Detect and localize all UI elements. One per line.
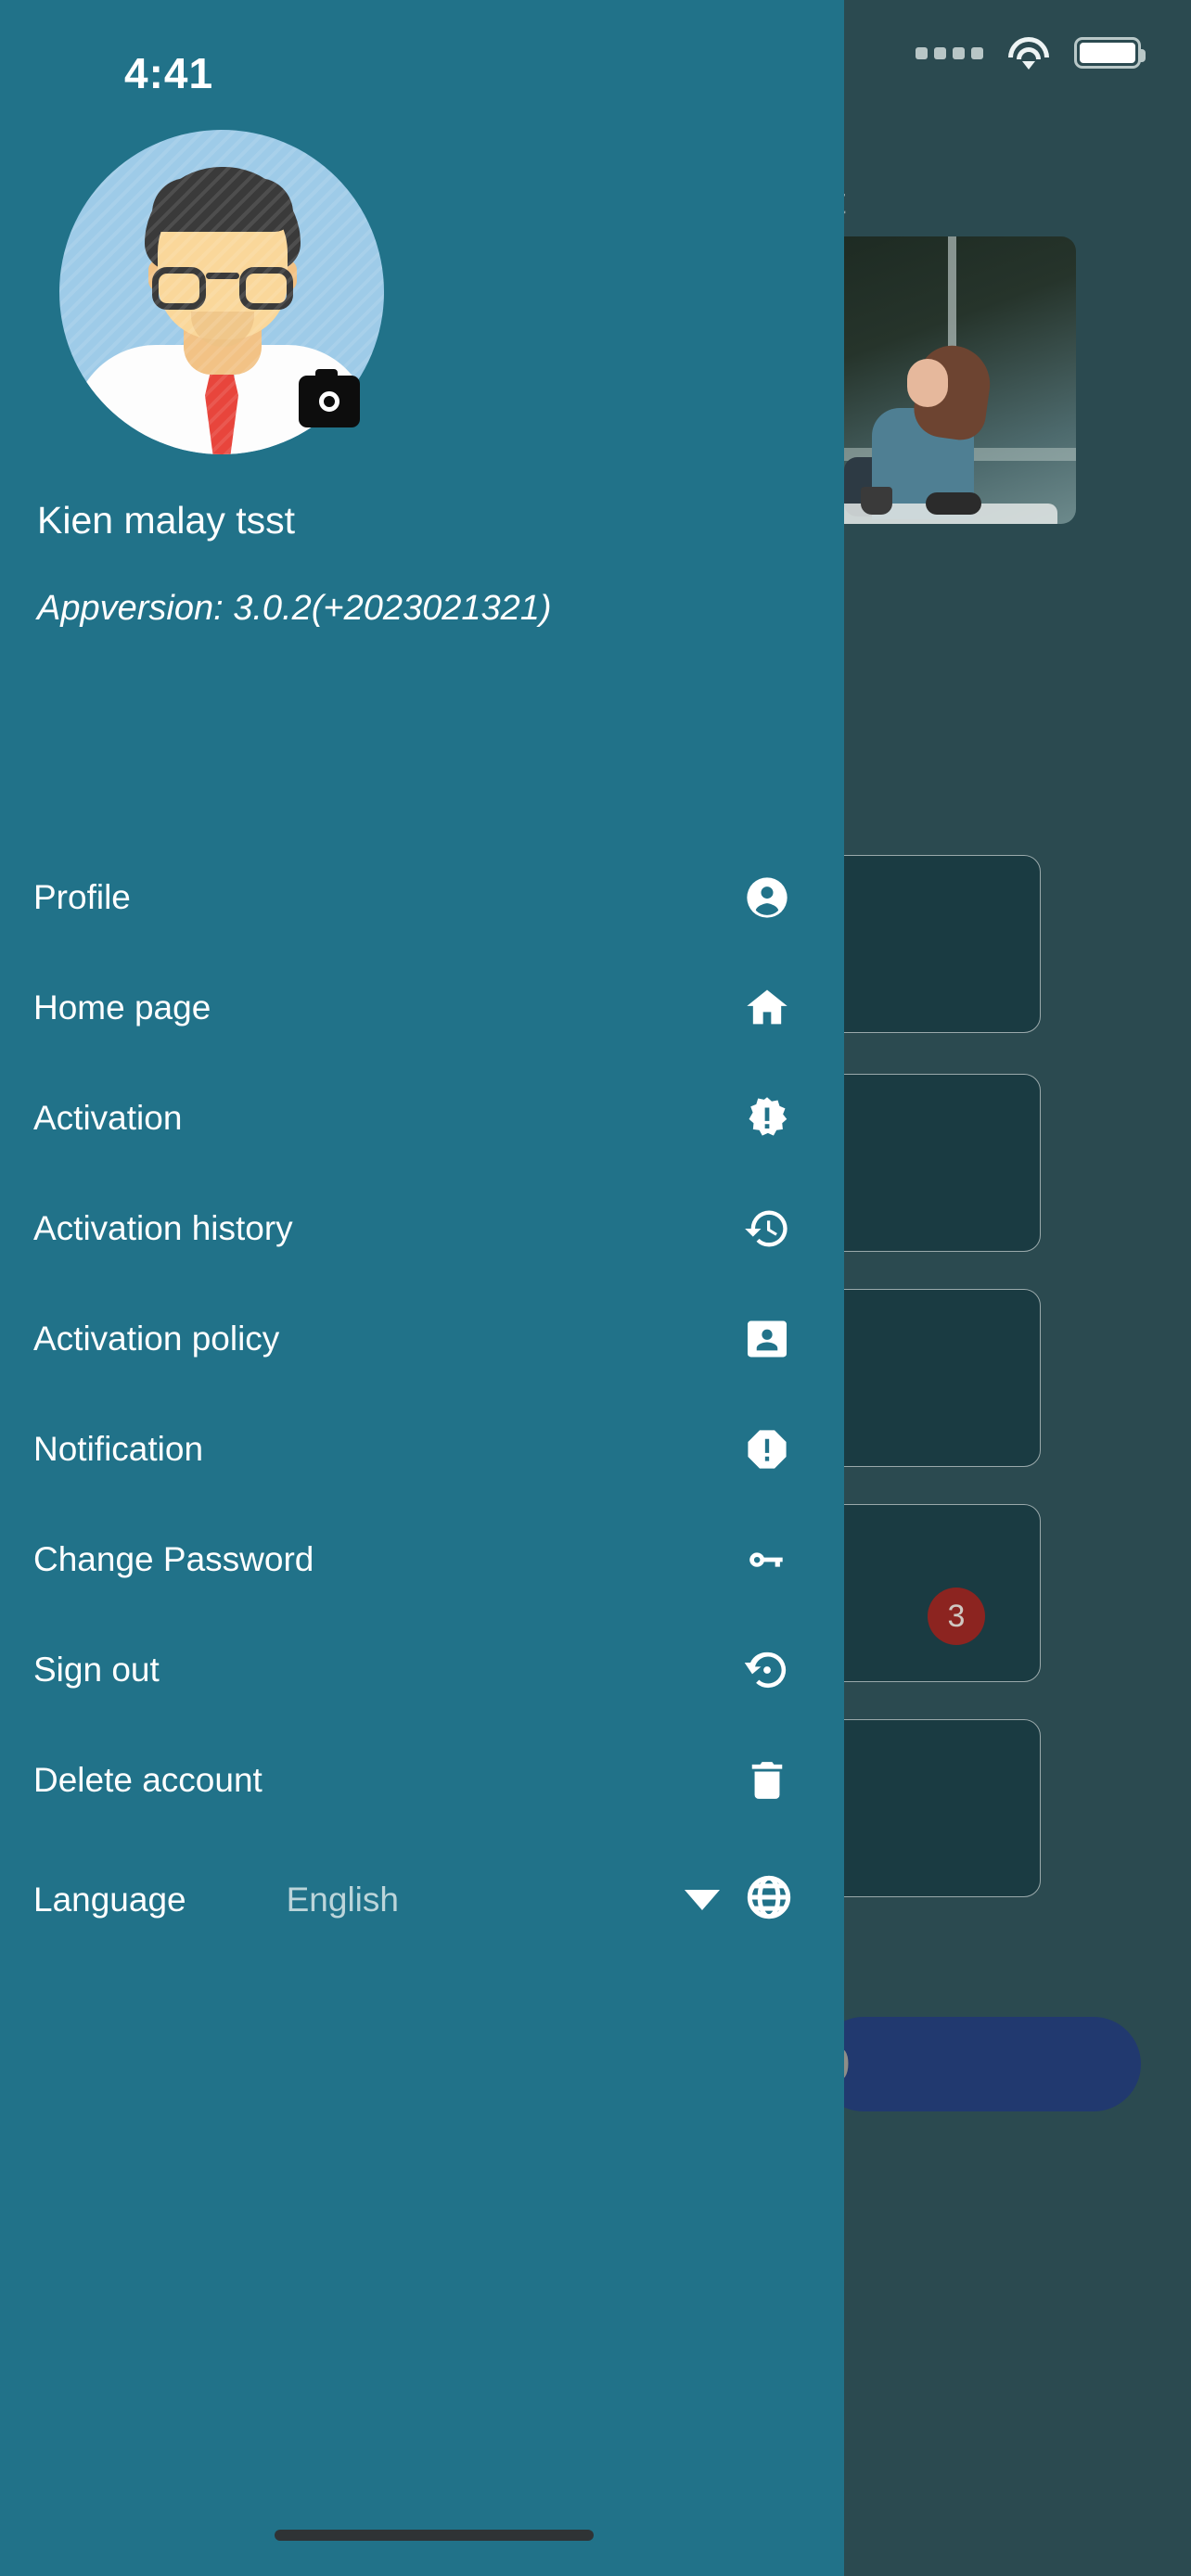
- history-clock-icon: [740, 1202, 794, 1256]
- wifi-icon: [1007, 37, 1050, 70]
- menu-item-label: Sign out: [33, 1650, 160, 1689]
- menu-item-activation[interactable]: Activation: [0, 1063, 844, 1173]
- contact-card-icon: [740, 1312, 794, 1366]
- menu-item-change-password[interactable]: Change Password: [0, 1504, 844, 1614]
- user-name: Kien malay tsst: [37, 499, 295, 542]
- drawer-menu: Profile Home page Activation Activation …: [0, 842, 844, 1955]
- status-bar-right: [916, 37, 1146, 70]
- language-selected-value[interactable]: English: [287, 1881, 399, 1919]
- background-primary-button[interactable]: [816, 2017, 1141, 2111]
- menu-item-activation-history[interactable]: Activation history: [0, 1173, 844, 1283]
- globe-icon: [744, 1872, 794, 1927]
- avatar-container[interactable]: [59, 130, 384, 454]
- menu-item-profile[interactable]: Profile: [0, 842, 844, 952]
- key-icon: [740, 1533, 794, 1587]
- account-circle-icon: [740, 871, 794, 925]
- octagon-exclamation-icon: [740, 1422, 794, 1476]
- home-icon: [740, 981, 794, 1035]
- camera-icon[interactable]: [299, 369, 360, 427]
- menu-item-sign-out[interactable]: Sign out: [0, 1614, 844, 1725]
- app-version-text: Appversion: 3.0.2(+2023021321): [37, 589, 552, 628]
- signal-dots-icon: [916, 46, 983, 59]
- menu-item-home-page[interactable]: Home page: [0, 952, 844, 1063]
- chevron-down-icon[interactable]: [685, 1889, 720, 1910]
- home-indicator: [275, 2530, 594, 2541]
- menu-item-activation-policy[interactable]: Activation policy: [0, 1283, 844, 1394]
- badge-exclamation-icon: [740, 1091, 794, 1145]
- restore-rotate-icon: [740, 1643, 794, 1697]
- navigation-drawer: 4:41 Kien malay tsst Appversion: 3.0.2(+…: [0, 0, 844, 2576]
- menu-item-label: Change Password: [33, 1539, 314, 1578]
- menu-item-delete-account[interactable]: Delete account: [0, 1725, 844, 1835]
- language-selector-row[interactable]: Language English: [0, 1844, 844, 1955]
- menu-item-label: Home page: [33, 988, 211, 1027]
- menu-item-label: Delete account: [33, 1760, 263, 1799]
- menu-item-notification[interactable]: Notification: [0, 1394, 844, 1504]
- menu-item-label: Profile: [33, 877, 131, 916]
- menu-item-label: Activation policy: [33, 1319, 280, 1358]
- battery-full-icon: [1074, 37, 1146, 69]
- menu-item-label: Activation history: [33, 1208, 293, 1247]
- menu-item-label: Notification: [33, 1429, 204, 1468]
- background-photo-card[interactable]: [807, 236, 1076, 524]
- notification-count-badge: 3: [928, 1588, 985, 1645]
- trash-icon: [740, 1753, 794, 1807]
- language-label: Language: [33, 1880, 186, 1919]
- menu-item-label: Activation: [33, 1098, 183, 1137]
- status-bar-clock: 4:41: [124, 49, 214, 97]
